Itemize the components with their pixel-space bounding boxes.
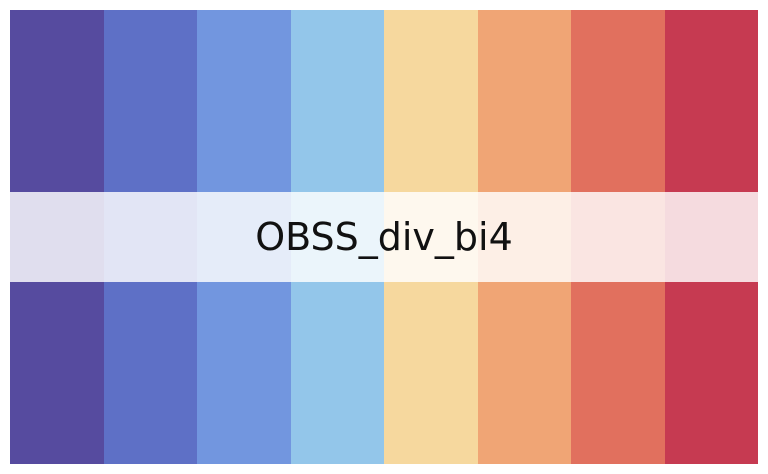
- palette-label-band: OBSS_div_bi4: [10, 192, 758, 282]
- palette-name: OBSS_div_bi4: [255, 215, 513, 259]
